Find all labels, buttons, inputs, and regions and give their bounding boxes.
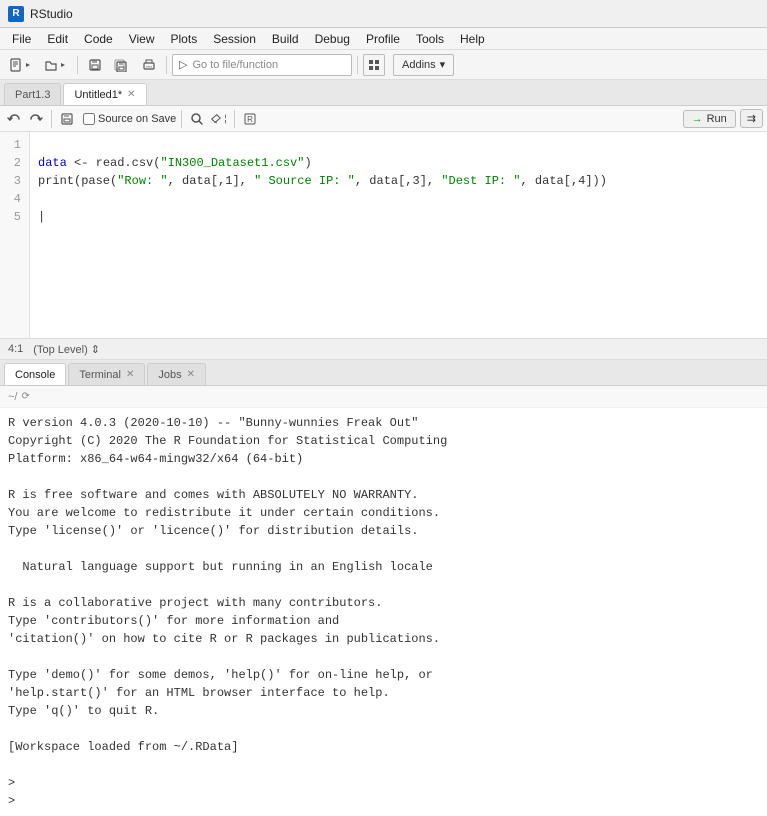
menu-view[interactable]: View [121, 30, 163, 48]
search-editor-button[interactable] [187, 109, 207, 129]
new-file-button[interactable] [4, 54, 37, 76]
line-num-4: 4 [8, 190, 21, 208]
grid-button[interactable] [363, 54, 385, 76]
menu-session[interactable]: Session [205, 30, 264, 48]
tab-close-icon[interactable]: ✕ [127, 89, 135, 100]
console-toolbar: ~/ ⟳ [0, 386, 767, 408]
scope-indicator: (Top Level) ⇕ [33, 343, 100, 356]
toolbar-sep2 [166, 56, 167, 74]
title-bar: R RStudio [0, 0, 767, 28]
app-title: RStudio [30, 7, 73, 21]
line-num-2: 2 [8, 154, 21, 172]
redo-button[interactable] [26, 109, 46, 129]
run-button[interactable]: → Run [683, 110, 736, 128]
menu-code[interactable]: Code [76, 30, 121, 48]
menu-file[interactable]: File [4, 30, 39, 48]
goto-input[interactable]: ▷ Go to file/function [172, 54, 352, 76]
code-line-5 [38, 228, 45, 242]
print-button[interactable] [137, 54, 161, 76]
status-bar: 4:1 (Top Level) ⇕ [0, 338, 767, 360]
tab-part1[interactable]: Part1.3 [4, 83, 61, 105]
editor-toolbar: Source on Save R → Run ⇉ [0, 106, 767, 132]
ed-sep1 [51, 110, 52, 128]
goto-arrow-icon: ▷ [179, 58, 187, 71]
code-line-2: print(pase("Row: ", data[,1], " Source I… [38, 174, 607, 188]
main-toolbar: ▷ Go to file/function Addins ▾ [0, 50, 767, 80]
code-line-1: data <- read.csv("IN300_Dataset1.csv") [38, 156, 312, 170]
editor-tabs: Part1.3 Untitled1* ✕ [0, 80, 767, 106]
open-file-button[interactable] [39, 54, 72, 76]
ed-sep2 [181, 110, 182, 128]
console-path: ~/ [8, 391, 17, 403]
source-on-save-control[interactable]: Source on Save [83, 113, 176, 125]
terminal-tab-close-icon[interactable]: ✕ [126, 369, 134, 380]
tab-console[interactable]: Console [4, 363, 66, 385]
menu-bar: File Edit Code View Plots Session Build … [0, 28, 767, 50]
undo-button[interactable] [4, 109, 24, 129]
tab-terminal[interactable]: Terminal ✕ [68, 363, 145, 385]
console-area: Console Terminal ✕ Jobs ✕ ~/ ⟳ R version… [0, 360, 767, 816]
menu-tools[interactable]: Tools [408, 30, 452, 48]
line-num-1: 1 [8, 136, 21, 154]
svg-text:R: R [247, 115, 253, 124]
console-path-icon: ⟳ [21, 391, 29, 402]
save-editor-button[interactable] [57, 109, 77, 129]
cursor-position: 4:1 [8, 343, 23, 355]
code-editor[interactable]: 1 2 3 4 5 data <- read.csv("IN300_Datase… [0, 132, 767, 338]
code-line-3 [38, 192, 45, 206]
addins-dropdown-icon: ▾ [440, 58, 446, 71]
toolbar-sep1 [77, 56, 78, 74]
menu-help[interactable]: Help [452, 30, 493, 48]
rerun-button[interactable]: ⇉ [740, 109, 763, 128]
menu-profile[interactable]: Profile [358, 30, 408, 48]
source-on-save-checkbox[interactable] [83, 113, 95, 125]
rerun-icon: ⇉ [747, 112, 756, 125]
tab-untitled1[interactable]: Untitled1* ✕ [63, 83, 146, 105]
jobs-tab-close-icon[interactable]: ✕ [187, 369, 195, 380]
editor-section: Part1.3 Untitled1* ✕ Source on Save [0, 80, 767, 360]
goto-placeholder: Go to file/function [192, 59, 278, 71]
line-num-3: 3 [8, 172, 21, 190]
menu-plots[interactable]: Plots [163, 30, 206, 48]
scope-dropdown-icon[interactable]: ⇕ [91, 344, 100, 356]
save-all-button[interactable] [109, 54, 135, 76]
app-icon: R [8, 6, 24, 22]
toolbar-sep3 [357, 56, 358, 74]
edit-options-button[interactable] [209, 109, 229, 129]
menu-build[interactable]: Build [264, 30, 307, 48]
console-tabs: Console Terminal ✕ Jobs ✕ [0, 360, 767, 386]
line-num-5: 5 [8, 208, 21, 226]
code-content[interactable]: data <- read.csv("IN300_Dataset1.csv") p… [30, 132, 767, 338]
menu-edit[interactable]: Edit [39, 30, 76, 48]
menu-debug[interactable]: Debug [307, 30, 358, 48]
addins-button[interactable]: Addins ▾ [393, 54, 454, 76]
console-content[interactable]: R version 4.0.3 (2020-10-10) -- "Bunny-w… [0, 408, 767, 816]
main-area: Part1.3 Untitled1* ✕ Source on Save [0, 80, 767, 816]
save-button[interactable] [83, 54, 107, 76]
tab-jobs[interactable]: Jobs ✕ [147, 363, 206, 385]
ed-sep3 [234, 110, 235, 128]
run-arrow-icon: → [692, 113, 703, 125]
code-line-4: | [38, 210, 45, 224]
compile-button[interactable]: R [240, 109, 260, 129]
line-numbers: 1 2 3 4 5 [0, 132, 30, 338]
